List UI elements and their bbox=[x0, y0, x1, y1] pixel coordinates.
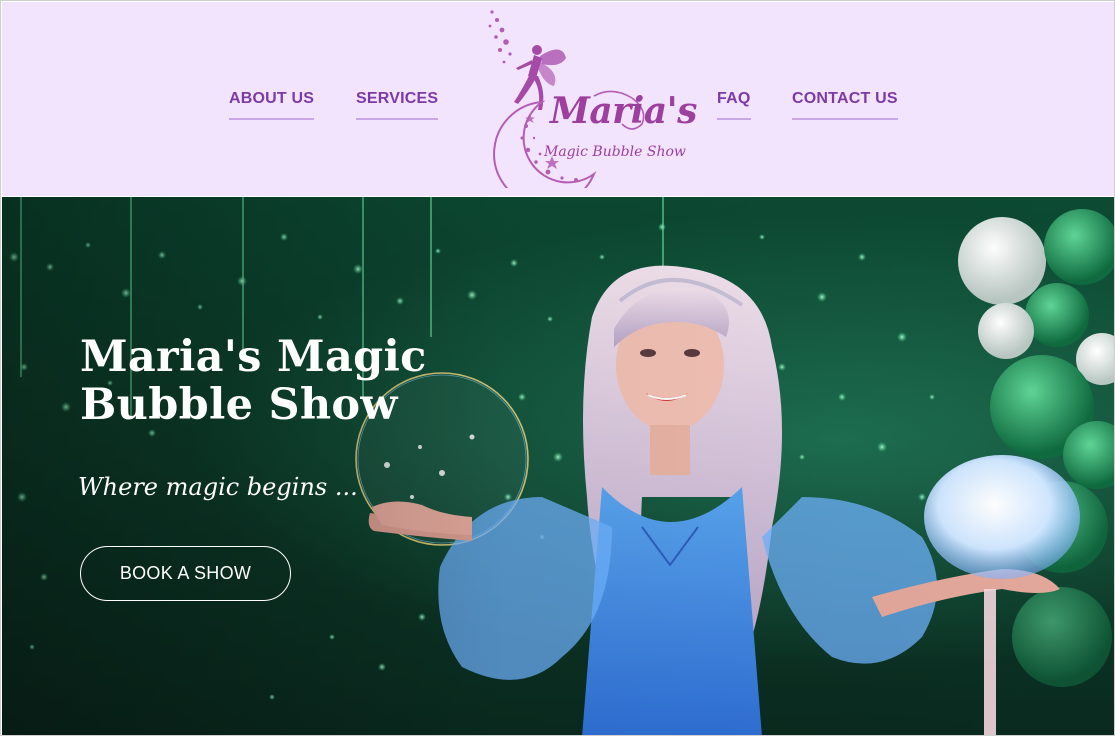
site-header: ABOUT US SERVICES Maria's Magic Bubble S… bbox=[2, 2, 1114, 207]
nav-services[interactable]: SERVICES bbox=[356, 90, 439, 120]
nav-about-us[interactable]: ABOUT US bbox=[229, 90, 315, 120]
hero-tagline: Where magic begins ... bbox=[78, 473, 358, 501]
performer-holding-bubbles-photo bbox=[2, 197, 1114, 735]
logo-subtitle: Magic Bubble Show bbox=[544, 144, 686, 160]
nav-contact-us[interactable]: CONTACT US bbox=[792, 90, 898, 120]
site-logo[interactable]: Maria's Magic Bubble Show bbox=[482, 6, 697, 207]
hero-section: Maria's Magic Bubble Show Where magic be… bbox=[2, 197, 1114, 735]
nav-faq[interactable]: FAQ bbox=[717, 90, 751, 120]
hero-title: Maria's Magic Bubble Show bbox=[80, 332, 427, 430]
logo-title: Maria's bbox=[550, 90, 697, 132]
browser-frame: ABOUT US SERVICES Maria's Magic Bubble S… bbox=[0, 0, 1115, 736]
book-a-show-button[interactable]: BOOK A SHOW bbox=[80, 546, 291, 601]
